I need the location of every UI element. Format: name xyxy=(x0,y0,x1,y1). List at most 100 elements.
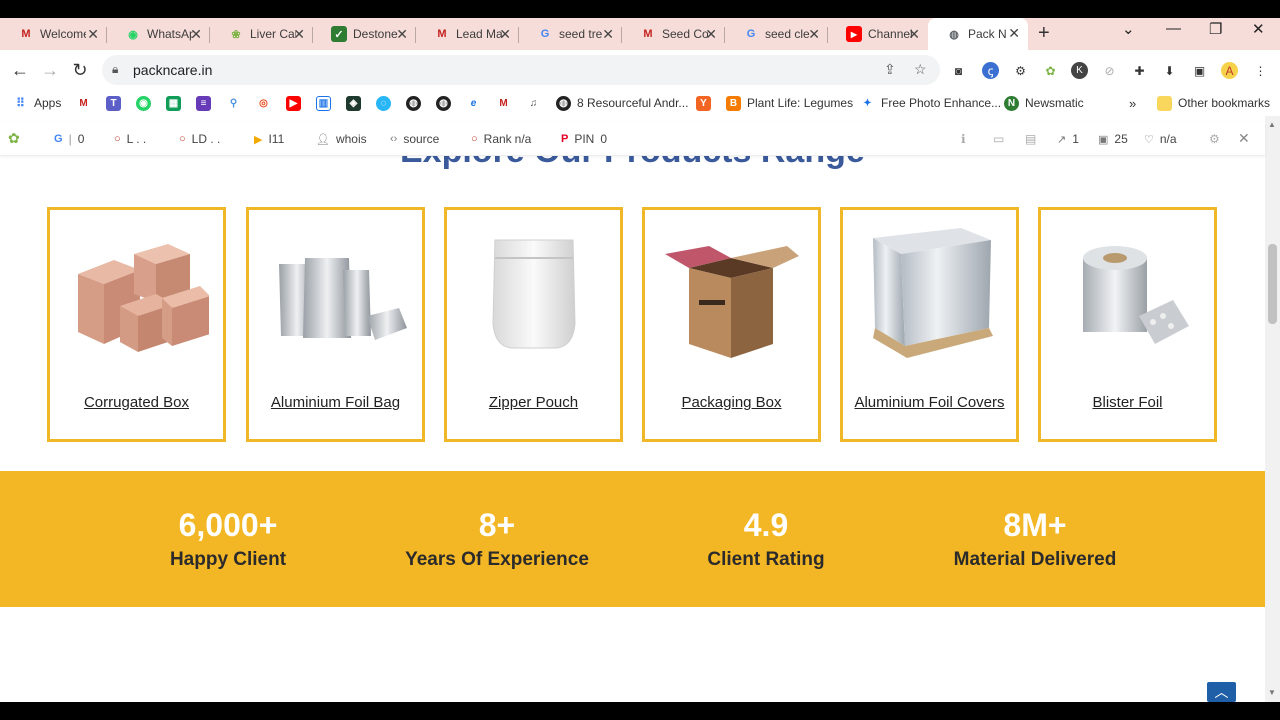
tab-lead-ma[interactable]: M Lead Ma ✕ xyxy=(416,19,519,49)
tab-seed-co[interactable]: M Seed Co ✕ xyxy=(622,19,725,49)
translate-extension-icon[interactable]: ꞔ xyxy=(982,62,999,79)
bookmark-blue-circle[interactable]: ◌ xyxy=(376,94,397,112)
product-card-blister-foil[interactable]: Blister Foil xyxy=(1038,207,1217,442)
product-link[interactable]: Aluminium Foil Bag xyxy=(253,393,418,412)
product-card-zipper-pouch[interactable]: Zipper Pouch xyxy=(444,207,623,442)
bookmark-m[interactable]: M xyxy=(496,94,517,112)
product-card-aluminium-foil-bag[interactable]: Aluminium Foil Bag xyxy=(246,207,425,442)
seo-logo-icon[interactable]: ✿ xyxy=(8,130,20,147)
bookmark-grid[interactable]: ▥ xyxy=(316,94,337,112)
new-tab-icon[interactable]: + xyxy=(1038,22,1050,45)
product-card-corrugated-box[interactable]: Corrugated Box xyxy=(47,207,226,442)
back-icon[interactable]: ← xyxy=(8,58,32,82)
product-link[interactable]: Blister Foil xyxy=(1045,393,1210,412)
more-bookmarks-chevron-icon[interactable]: » xyxy=(1129,94,1136,112)
seo-external-links[interactable]: ↗ 1 xyxy=(1057,132,1079,146)
scroll-down-arrow-icon[interactable]: ▼ xyxy=(1268,688,1276,697)
bookmark-whatsapp[interactable]: ◉ xyxy=(136,94,157,112)
product-card-packaging-box[interactable]: Packaging Box xyxy=(642,207,821,442)
leaf-extension-icon[interactable]: ✿ xyxy=(1042,62,1059,79)
bookmark-e[interactable]: e xyxy=(466,94,487,112)
close-icon[interactable]: ✕ xyxy=(87,26,99,43)
close-icon[interactable]: ✕ xyxy=(602,26,614,43)
restore-icon[interactable]: ❐ xyxy=(1209,20,1222,38)
close-icon[interactable]: ✕ xyxy=(908,26,920,43)
bookmark-other[interactable]: Other bookmarks xyxy=(1157,94,1270,112)
seo-ld[interactable]: ○ LD . . xyxy=(179,132,220,146)
close-seo-bar-icon[interactable]: ✕ xyxy=(1238,130,1250,147)
minimize-icon[interactable]: — xyxy=(1166,20,1181,37)
compass-extension-icon[interactable]: ⊘ xyxy=(1101,62,1118,79)
seo-source[interactable]: ‹› source xyxy=(390,132,439,146)
tab-destone[interactable]: ✓ Destone ✕ xyxy=(313,19,416,49)
extensions-puzzle-icon[interactable]: ✚ xyxy=(1131,62,1148,79)
menu-kebab-icon[interactable]: ⋮ xyxy=(1252,62,1269,79)
share-icon[interactable]: ⇪ xyxy=(884,61,896,78)
bookmark-bell[interactable]: ♫ xyxy=(526,94,547,112)
bookmark-plant-life[interactable]: B Plant Life: Legumes xyxy=(726,94,853,112)
close-icon[interactable]: ✕ xyxy=(190,26,202,43)
forward-icon[interactable]: → xyxy=(38,58,62,82)
bookmark-globe-2[interactable]: ◍ xyxy=(436,94,457,112)
product-link[interactable]: Corrugated Box xyxy=(54,393,219,412)
scroll-up-arrow-icon[interactable]: ▲ xyxy=(1268,120,1276,129)
profile-avatar[interactable]: A xyxy=(1221,62,1238,79)
close-icon[interactable]: ✕ xyxy=(808,26,820,43)
tab-pack-n-care-active[interactable]: ◍ Pack N C ✕ xyxy=(928,18,1028,50)
bookmark-network[interactable]: ⚲ xyxy=(226,94,247,112)
bookmark-gmail[interactable]: M xyxy=(76,94,97,112)
seo-bing[interactable]: ▶ I11 xyxy=(254,132,284,146)
tab-liver-care[interactable]: ❀ Liver Care ✕ xyxy=(210,19,313,49)
chat-icon[interactable]: ▭ xyxy=(993,132,1004,146)
bookmark-dark-app[interactable]: ◈ xyxy=(346,94,367,112)
seo-rank[interactable]: ○ Rank n/a xyxy=(471,132,531,146)
close-icon[interactable]: ✕ xyxy=(499,26,511,43)
settings-gear-icon[interactable]: ⚙ xyxy=(1209,132,1220,146)
tab-whatsapp[interactable]: ◉ WhatsApp ✕ xyxy=(107,19,210,49)
page-scrollbar[interactable]: ▲ ▼ xyxy=(1265,116,1280,702)
bookmark-resourceful[interactable]: ◍ 8 Resourceful Andr... xyxy=(556,94,688,112)
info-icon[interactable]: ℹ xyxy=(961,132,966,146)
tab-search-chevron-icon[interactable]: ⌄ xyxy=(1122,20,1135,38)
seo-whois[interactable]: 👤︎ whois xyxy=(316,132,367,146)
bookmark-teams[interactable]: T xyxy=(106,94,127,112)
product-card-aluminium-foil-covers[interactable]: Aluminium Foil Covers xyxy=(840,207,1019,442)
download-icon[interactable]: ⬇ xyxy=(1161,62,1178,79)
seo-extension-icon[interactable]: ⚙ xyxy=(1012,62,1029,79)
bookmark-globe-1[interactable]: ◍ xyxy=(406,94,427,112)
seo-google-index[interactable]: G | 0 xyxy=(54,132,84,146)
product-link[interactable]: Aluminium Foil Covers xyxy=(847,393,1012,412)
bookmark-sheets[interactable]: ▦ xyxy=(166,94,187,112)
tab-seed-cle[interactable]: G seed cle ✕ xyxy=(725,19,828,49)
product-link[interactable]: Zipper Pouch xyxy=(451,393,616,412)
seo-pages[interactable]: ▣ 25 xyxy=(1098,132,1128,146)
bookmark-youtube[interactable]: ▶ xyxy=(286,94,307,112)
seo-pin[interactable]: P PIN 0 xyxy=(561,132,607,146)
close-icon[interactable]: ✕ xyxy=(396,26,408,43)
close-icon[interactable]: ✕ xyxy=(293,26,305,43)
k-extension-icon[interactable]: K xyxy=(1071,62,1088,79)
page-icon[interactable]: ▤ xyxy=(1025,132,1036,146)
seo-l[interactable]: ○ L . . xyxy=(114,132,146,146)
window-close-icon[interactable]: ✕ xyxy=(1252,20,1265,38)
bookmark-star-icon[interactable]: ☆ xyxy=(914,61,927,78)
scroll-to-top-button[interactable]: ︿ xyxy=(1207,682,1236,702)
tab-seed-tre[interactable]: G seed tre ✕ xyxy=(519,19,622,49)
scrollbar-thumb[interactable] xyxy=(1268,244,1277,324)
tab-welcome[interactable]: M Welcome ✕ xyxy=(0,19,107,49)
bookmark-forms[interactable]: ≡ xyxy=(196,94,217,112)
lock-icon[interactable]: 🔒︎ xyxy=(112,62,118,77)
url-text[interactable]: packncare.in xyxy=(133,62,212,78)
close-icon[interactable]: ✕ xyxy=(1008,25,1020,42)
camera-extension-icon[interactable]: ◙ xyxy=(950,62,967,79)
reload-icon[interactable]: ↻ xyxy=(68,58,92,82)
product-link[interactable]: Packaging Box xyxy=(649,393,814,412)
bookmark-newsmatic[interactable]: N Newsmatic xyxy=(1004,94,1084,112)
address-bar[interactable]: 🔒︎ packncare.in ⇪ ☆ xyxy=(102,55,940,85)
bookmark-orange[interactable]: ◎ xyxy=(256,94,277,112)
bookmark-y[interactable]: Y xyxy=(696,94,717,112)
side-panel-icon[interactable]: ▣ xyxy=(1191,62,1208,79)
close-icon[interactable]: ✕ xyxy=(705,26,717,43)
bookmark-apps[interactable]: ⠿ Apps xyxy=(13,94,61,112)
seo-health[interactable]: ♡ n/a xyxy=(1144,132,1177,146)
